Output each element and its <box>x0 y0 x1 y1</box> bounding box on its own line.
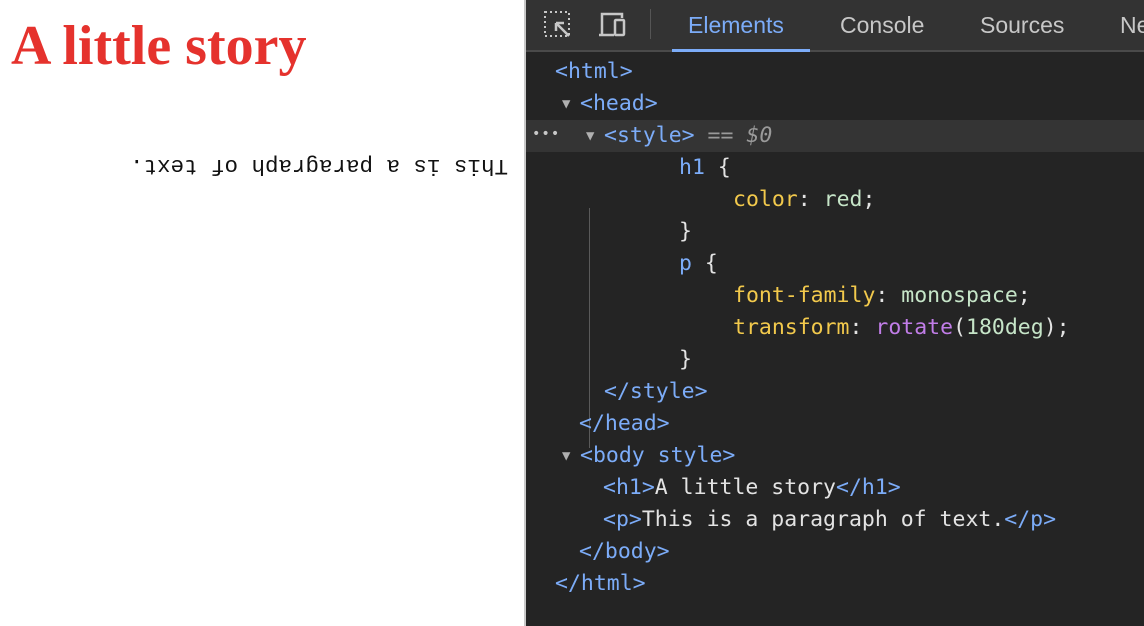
rendered-page: A little story This is a paragraph of te… <box>0 0 524 626</box>
dom-tree-node[interactable]: h1 { <box>526 152 1144 184</box>
tab-network[interactable]: Ne <box>1120 0 1144 50</box>
dom-tree-node[interactable]: <h1>A little story</h1> <box>526 472 1144 504</box>
code-token-tag: <h1> <box>603 475 655 500</box>
code-token-val: red <box>823 187 863 212</box>
code-token-tag: <head> <box>580 91 658 116</box>
dom-tree-node[interactable]: transform: rotate(180deg); <box>526 312 1144 344</box>
tab-elements[interactable]: Elements <box>672 0 810 52</box>
code-token-prop: transform <box>733 315 850 340</box>
code-token-txt: } <box>679 219 692 244</box>
dom-tree-node[interactable]: font-family: monospace; <box>526 280 1144 312</box>
dom-tree-node[interactable]: </html> <box>526 568 1144 600</box>
dom-tree-node[interactable]: p { <box>526 248 1144 280</box>
dom-tree-node[interactable]: ▼ <body style> <box>526 440 1144 472</box>
dom-tree-node[interactable]: <html> <box>526 56 1144 88</box>
code-token-txt: : <box>875 283 902 308</box>
dom-tree-node[interactable]: ▼ <head> <box>526 88 1144 120</box>
code-token-prop: font-family <box>733 283 876 308</box>
expand-triangle-icon[interactable]: ▼ <box>586 120 594 152</box>
code-token-tag: <style> <box>604 123 695 148</box>
dom-tree: <html> ▼ <head> ••• ▼ <style> == $0 h1 {color:… <box>526 56 1144 600</box>
devtools-panel: Elements Console Sources Ne <html> ▼ <head… <box>524 0 1144 626</box>
code-token-txt: : <box>797 187 824 212</box>
dom-tree-node[interactable]: </style> <box>526 376 1144 408</box>
code-token-txt: ; <box>862 187 876 212</box>
code-token-txt: ); <box>1043 315 1070 340</box>
expand-triangle-icon[interactable]: ▼ <box>562 88 570 120</box>
code-token-txt: } <box>679 347 692 372</box>
code-token-txt: ; <box>1017 283 1031 308</box>
rotated-paragraph: This is a paragraph of text. <box>129 152 508 179</box>
code-token-fn: rotate <box>875 315 954 340</box>
code-token-eq: == <box>694 123 747 148</box>
code-token-eqi: $0 <box>746 123 773 148</box>
device-toolbar-icon[interactable] <box>598 10 628 40</box>
dom-tree-node[interactable]: </head> <box>526 408 1144 440</box>
code-token-tag: p <box>679 251 692 276</box>
code-token-tag: </style> <box>604 379 708 404</box>
page-heading: A little story <box>11 15 307 77</box>
code-token-val: monospace <box>901 283 1018 308</box>
code-token-txt: A little story <box>654 475 836 500</box>
code-token-txt: ( <box>953 315 967 340</box>
inspect-element-icon[interactable] <box>543 10 573 40</box>
code-token-prop: color <box>733 187 798 212</box>
tab-console[interactable]: Console <box>840 0 924 50</box>
code-token-txt: { <box>704 155 731 180</box>
dom-tree-node[interactable]: } <box>526 216 1144 248</box>
code-token-tag: <p> <box>603 507 642 532</box>
code-token-tag: </html> <box>555 571 646 596</box>
dom-tree-node[interactable]: </body> <box>526 536 1144 568</box>
code-token-txt: This is a paragraph of text. <box>641 507 1005 532</box>
devtools-toolbar: Elements Console Sources Ne <box>526 0 1144 52</box>
code-token-tag: </h1> <box>836 475 901 500</box>
code-token-tag: <html> <box>555 59 633 84</box>
code-token-val: 180deg <box>966 315 1044 340</box>
code-token-txt: : <box>849 315 876 340</box>
code-token-tag: </head> <box>579 411 670 436</box>
more-options-icon[interactable]: ••• <box>532 118 560 150</box>
code-token-txt: { <box>691 251 718 276</box>
dom-tree-node[interactable]: <p>This is a paragraph of text.</p> <box>526 504 1144 536</box>
dom-tree-node[interactable]: } <box>526 344 1144 376</box>
expand-triangle-icon[interactable]: ▼ <box>562 440 570 472</box>
code-token-tag: h1 <box>679 155 705 180</box>
toolbar-divider <box>650 9 651 39</box>
dom-tree-node[interactable]: color: red; <box>526 184 1144 216</box>
dom-tree-node[interactable]: ••• ▼ <style> == $0 <box>526 120 1144 152</box>
code-token-tag: </p> <box>1004 507 1057 532</box>
code-token-tag: </body> <box>579 539 670 564</box>
code-token-tag: <body style> <box>580 443 736 468</box>
tab-sources[interactable]: Sources <box>980 0 1064 50</box>
